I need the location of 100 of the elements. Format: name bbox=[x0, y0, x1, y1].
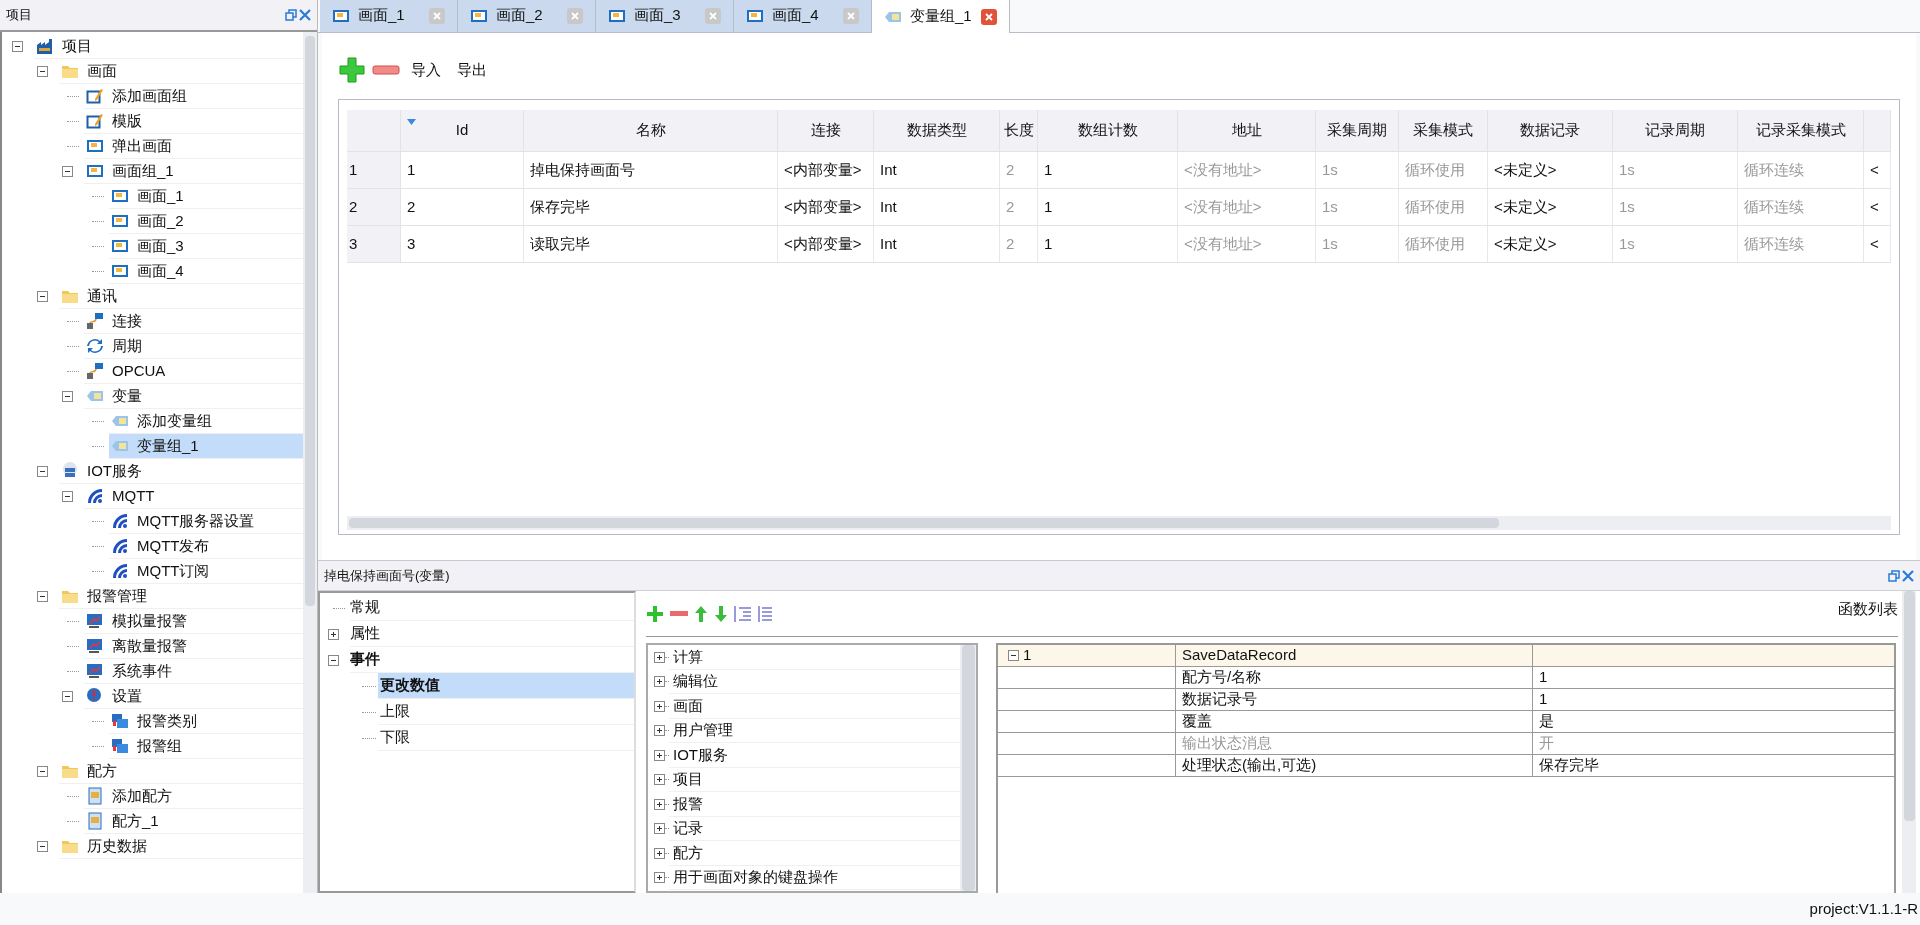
function-category[interactable]: 计算 bbox=[669, 645, 960, 670]
tree-item[interactable]: MQTT发布 bbox=[109, 534, 303, 559]
tree-item[interactable]: 画面_3 bbox=[109, 234, 303, 259]
collapse-toggle[interactable] bbox=[62, 166, 73, 177]
tree-item[interactable]: 模拟量报警 bbox=[84, 609, 303, 634]
tree-item[interactable]: 弹出画面 bbox=[84, 134, 303, 159]
expand-toggle[interactable] bbox=[654, 847, 665, 859]
tree-item[interactable]: 画面 bbox=[59, 59, 303, 84]
tree-item[interactable]: MQTT服务器设置 bbox=[109, 509, 303, 534]
tree-item[interactable]: 下限 bbox=[378, 725, 634, 751]
tree-item[interactable]: 配方 bbox=[59, 759, 303, 784]
tree-item[interactable]: 连接 bbox=[84, 309, 303, 334]
scrollbar[interactable] bbox=[1902, 591, 1916, 893]
tree-item[interactable]: 报警类别 bbox=[109, 709, 303, 734]
restore-window-icon[interactable] bbox=[1888, 569, 1900, 582]
column-header[interactable]: 连接 bbox=[778, 110, 874, 151]
tree-item[interactable]: 上限 bbox=[378, 699, 634, 725]
tree-item[interactable]: 报警管理 bbox=[59, 584, 303, 609]
outdent-icon[interactable] bbox=[758, 604, 774, 623]
tab[interactable]: 画面_4 bbox=[734, 0, 872, 32]
expand-toggle[interactable] bbox=[654, 725, 665, 737]
table-cell[interactable]: 1 bbox=[1533, 689, 1894, 710]
scrollbar[interactable] bbox=[960, 645, 976, 891]
remove-icon[interactable] bbox=[372, 65, 400, 75]
tree-item[interactable]: IOT服务 bbox=[59, 459, 303, 484]
row-header[interactable]: 1 bbox=[347, 152, 401, 188]
function-category[interactable]: 项目 bbox=[669, 767, 960, 792]
close-icon[interactable] bbox=[299, 9, 311, 21]
collapse-toggle[interactable] bbox=[12, 41, 23, 52]
expand-toggle[interactable] bbox=[654, 749, 665, 761]
close-icon[interactable] bbox=[981, 8, 997, 25]
tree-item[interactable]: 项目 bbox=[34, 34, 303, 59]
expand-toggle[interactable] bbox=[654, 774, 665, 786]
tree-item[interactable]: 配方_1 bbox=[84, 809, 303, 834]
function-category[interactable]: IOT服务 bbox=[669, 743, 960, 768]
column-header[interactable]: 数据类型 bbox=[874, 110, 1000, 151]
toolbar-button[interactable]: 导出 bbox=[452, 58, 492, 82]
function-category[interactable]: 编辑位 bbox=[669, 669, 960, 694]
tree-item[interactable]: 添加画面组 bbox=[84, 84, 303, 109]
table-cell[interactable]: 保存完毕 bbox=[1533, 755, 1894, 776]
tab[interactable]: 画面_2 bbox=[458, 0, 596, 32]
function-category[interactable]: 配方 bbox=[669, 841, 960, 866]
row-header[interactable]: 2 bbox=[347, 189, 401, 225]
expand-toggle[interactable] bbox=[654, 651, 665, 663]
column-header[interactable]: 记录周期 bbox=[1613, 110, 1738, 151]
column-header[interactable]: Id bbox=[401, 110, 524, 151]
collapse-toggle[interactable] bbox=[62, 691, 73, 702]
column-header[interactable]: 长度 bbox=[1000, 110, 1038, 151]
tree-item[interactable]: 画面组_1 bbox=[84, 159, 303, 184]
tree-item[interactable]: 画面_1 bbox=[109, 184, 303, 209]
tree-item[interactable]: 常规 bbox=[350, 595, 634, 621]
tab[interactable]: 变量组_1 bbox=[872, 0, 1010, 33]
column-header[interactable]: 记录采集模式 bbox=[1738, 110, 1864, 151]
column-header[interactable]: 名称 bbox=[524, 110, 778, 151]
indent-icon[interactable] bbox=[734, 604, 752, 623]
tree-item[interactable]: 离散量报警 bbox=[84, 634, 303, 659]
tree-item[interactable]: 属性 bbox=[350, 621, 634, 647]
tree-item[interactable]: 报警组 bbox=[109, 734, 303, 759]
tree-item[interactable]: 变量组_1 bbox=[109, 434, 303, 459]
column-header[interactable]: 数组计数 bbox=[1038, 110, 1178, 151]
collapse-toggle[interactable] bbox=[37, 766, 48, 777]
tree-item[interactable]: OPCUA bbox=[84, 359, 303, 384]
tree-item[interactable]: 画面_4 bbox=[109, 259, 303, 284]
collapse-toggle[interactable] bbox=[62, 491, 73, 502]
function-category[interactable]: 报警 bbox=[669, 792, 960, 817]
function-category[interactable]: 画面 bbox=[669, 694, 960, 719]
collapse-toggle[interactable] bbox=[37, 591, 48, 602]
scrollbar[interactable] bbox=[347, 516, 1891, 530]
collapse-toggle[interactable] bbox=[37, 841, 48, 852]
collapse-toggle[interactable] bbox=[37, 466, 48, 477]
column-header[interactable]: 地址 bbox=[1178, 110, 1316, 151]
tree-item[interactable]: 系统事件 bbox=[84, 659, 303, 684]
expand-toggle[interactable] bbox=[654, 676, 665, 688]
tree-item[interactable]: MQTT bbox=[84, 484, 303, 509]
expand-toggle[interactable] bbox=[654, 700, 665, 712]
collapse-toggle[interactable] bbox=[62, 391, 73, 402]
tab[interactable]: 画面_1 bbox=[320, 0, 458, 32]
tree-item[interactable]: 模版 bbox=[84, 109, 303, 134]
column-header[interactable]: 采集模式 bbox=[1399, 110, 1488, 151]
function-category[interactable]: 用户管理 bbox=[669, 718, 960, 743]
expand-toggle[interactable] bbox=[654, 823, 665, 835]
restore-window-icon[interactable] bbox=[285, 9, 297, 21]
sort-icon[interactable] bbox=[407, 119, 416, 126]
tree-item[interactable]: 添加配方 bbox=[84, 784, 303, 809]
tree-item[interactable]: 画面_2 bbox=[109, 209, 303, 234]
tree-item[interactable]: 周期 bbox=[84, 334, 303, 359]
tree-item[interactable]: 通讯 bbox=[59, 284, 303, 309]
function-category[interactable]: 记录 bbox=[669, 816, 960, 841]
column-header[interactable]: 数据记录 bbox=[1488, 110, 1613, 151]
scrollbar[interactable] bbox=[303, 32, 317, 893]
collapse-toggle[interactable] bbox=[37, 66, 48, 77]
row-header[interactable]: 3 bbox=[347, 226, 401, 262]
table-cell[interactable]: 是 bbox=[1533, 711, 1894, 732]
add-icon[interactable] bbox=[338, 56, 366, 84]
tab[interactable]: 画面_3 bbox=[596, 0, 734, 32]
expand-toggle[interactable] bbox=[654, 872, 665, 884]
collapse-toggle[interactable] bbox=[328, 654, 339, 666]
collapse-toggle[interactable] bbox=[37, 291, 48, 302]
collapse-toggle[interactable] bbox=[1008, 650, 1019, 661]
column-header[interactable]: 采集周期 bbox=[1316, 110, 1399, 151]
